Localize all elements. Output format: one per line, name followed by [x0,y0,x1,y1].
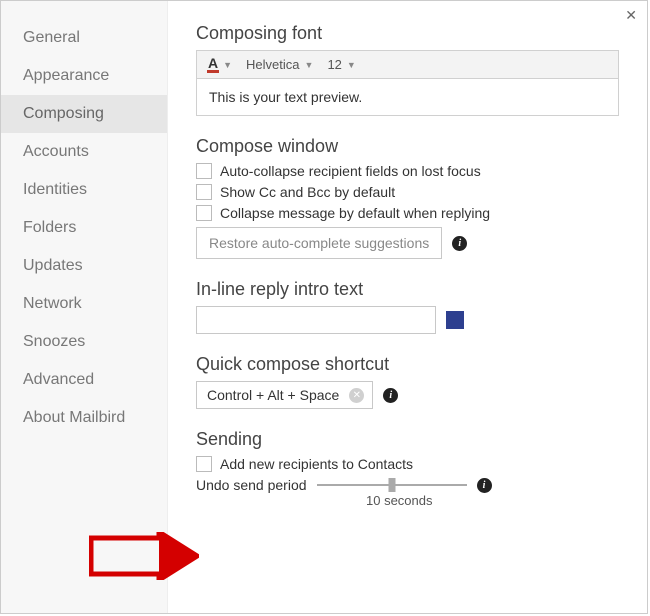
checkbox[interactable] [196,184,212,200]
sending-title: Sending [196,429,619,450]
checkbox-label: Collapse message by default when replyin… [220,205,490,221]
shortcut-field[interactable]: Control + Alt + Space ✕ [196,381,373,409]
sidebar-item-identities[interactable]: Identities [1,171,167,209]
undo-send-label: Undo send period [196,477,307,493]
opt-collapse-reply: Collapse message by default when replyin… [196,205,619,221]
font-box: A ▼ Helvetica ▼ 12 ▼ This is your text p… [196,50,619,116]
checkbox[interactable] [196,205,212,221]
settings-sidebar: General Appearance Composing Accounts Id… [1,1,168,613]
sidebar-item-about[interactable]: About Mailbird [1,399,167,437]
sidebar-item-composing[interactable]: Composing [1,95,167,133]
font-color-dropdown[interactable]: A ▼ [207,56,232,73]
checkbox-label: Auto-collapse recipient fields on lost f… [220,163,481,179]
font-color-icon: A [207,56,219,73]
close-icon[interactable]: ✕ [625,7,637,24]
slider-thumb[interactable] [388,478,395,492]
font-preview-text: This is your text preview. [197,79,618,115]
opt-auto-collapse: Auto-collapse recipient fields on lost f… [196,163,619,179]
info-icon[interactable]: i [383,388,398,403]
chevron-down-icon: ▼ [347,60,356,70]
composing-font-title: Composing font [196,23,619,44]
sidebar-item-appearance[interactable]: Appearance [1,57,167,95]
font-family-dropdown[interactable]: Helvetica ▼ [246,57,313,72]
sidebar-item-snoozes[interactable]: Snoozes [1,323,167,361]
checkbox-label: Add new recipients to Contacts [220,456,413,472]
clear-shortcut-icon[interactable]: ✕ [349,388,364,403]
inline-reply-color-swatch[interactable] [446,311,464,329]
opt-add-recipients: Add new recipients to Contacts [196,456,619,472]
opt-show-cc-bcc: Show Cc and Bcc by default [196,184,619,200]
quick-compose-section: Quick compose shortcut Control + Alt + S… [196,354,619,409]
checkbox[interactable] [196,456,212,472]
chevron-down-icon: ▼ [305,60,314,70]
inline-reply-title: In-line reply intro text [196,279,619,300]
sidebar-item-network[interactable]: Network [1,285,167,323]
sending-section: Sending Add new recipients to Contacts U… [196,429,619,508]
font-size-dropdown[interactable]: 12 ▼ [327,57,355,72]
undo-send-row: Undo send period i [196,477,619,493]
font-toolbar: A ▼ Helvetica ▼ 12 ▼ [197,51,618,79]
chevron-down-icon: ▼ [223,60,232,70]
undo-send-value: 10 seconds [366,493,619,508]
undo-send-slider[interactable] [317,478,467,492]
settings-window: ✕ General Appearance Composing Accounts … [0,0,648,614]
compose-window-section: Compose window Auto-collapse recipient f… [196,136,619,259]
font-family-value: Helvetica [246,57,299,72]
checkbox-label: Show Cc and Bcc by default [220,184,395,200]
font-size-value: 12 [327,57,341,72]
sidebar-item-updates[interactable]: Updates [1,247,167,285]
quick-compose-title: Quick compose shortcut [196,354,619,375]
restore-autocomplete-button[interactable]: Restore auto-complete suggestions [196,227,442,259]
checkbox[interactable] [196,163,212,179]
composing-font-section: Composing font A ▼ Helvetica ▼ 12 ▼ [196,23,619,116]
inline-reply-input[interactable] [196,306,436,334]
inline-reply-section: In-line reply intro text [196,279,619,334]
sidebar-item-advanced[interactable]: Advanced [1,361,167,399]
settings-content: Composing font A ▼ Helvetica ▼ 12 ▼ [168,1,647,613]
sidebar-item-general[interactable]: General [1,19,167,57]
compose-window-title: Compose window [196,136,619,157]
info-icon[interactable]: i [477,478,492,493]
shortcut-value: Control + Alt + Space [207,387,339,403]
info-icon[interactable]: i [452,236,467,251]
sidebar-item-folders[interactable]: Folders [1,209,167,247]
sidebar-item-accounts[interactable]: Accounts [1,133,167,171]
